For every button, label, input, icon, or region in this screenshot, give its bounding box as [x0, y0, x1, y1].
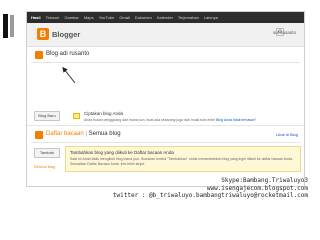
add-button[interactable]: Tambah: [34, 148, 60, 158]
info-title: Tambahkan blog yang diikuti ke Daftar ba…: [70, 150, 174, 155]
promo-text-body: Anda bukan pengguang dari mana pun, buat…: [84, 118, 216, 122]
title-separator: |: [85, 131, 87, 137]
new-blog-button[interactable]: Blog Baru: [34, 111, 60, 121]
skype-credit: Skype:Bambang.Triwaluyo3: [221, 177, 308, 184]
pencil-icon: [73, 113, 80, 119]
blog-section: Blog adi rusanto Blog Baru Ciptakan blog…: [27, 47, 304, 123]
all-blogs-link[interactable]: Semua blog: [34, 164, 55, 169]
topbar-item[interactable]: Maps: [84, 15, 94, 20]
promo-link[interactable]: Blog Anda tidak terhasar?: [216, 118, 256, 122]
topbar-item[interactable]: Hasil: [31, 15, 41, 20]
topbar-item[interactable]: Gambar: [64, 15, 78, 20]
blogger-logo-icon[interactable]: B: [37, 28, 49, 40]
blog-section-title: Blog adi rusanto: [46, 51, 90, 57]
reading-list-subtitle: Semua blog: [88, 131, 121, 137]
reading-list-title: Daftar bacaan | Semua blog: [46, 131, 121, 137]
info-line: Sesuaikan Daftar Bacaan Anda. Info lebih…: [70, 162, 146, 166]
brand-name[interactable]: Blogger: [52, 30, 80, 39]
twitter-credit[interactable]: twitter : @b_triwaluyo.bambangtriwaluyo@…: [113, 192, 308, 200]
view-in-reader-link[interactable]: Lihat di Blog: [276, 132, 298, 137]
reading-list-icon: [35, 131, 43, 139]
divider: [31, 62, 300, 63]
topbar-item[interactable]: Dokumen: [135, 15, 152, 20]
blog-icon: [35, 51, 43, 59]
website-credit[interactable]: www.isengajecom.blogspot.com: [113, 185, 308, 193]
topbar-item[interactable]: Terjemahan: [178, 15, 199, 20]
topbar-item[interactable]: Lainnya: [204, 15, 218, 20]
reading-list-label: Daftar bacaan: [46, 131, 84, 137]
blogger-screenshot: Hasil Telusuri Gambar Maps YouTube Gmail Dokum…: [26, 11, 305, 187]
blogger-header: B Blogger ⚙ sut susanto: [27, 23, 304, 47]
promo-text: Anda bukan pengguang dari mana pun, buat…: [84, 118, 299, 122]
promo-title: Ciptakan blog Anda: [84, 111, 124, 116]
decor-bar-grey: [10, 15, 14, 37]
decor-bar-black: [3, 14, 8, 38]
divider: [31, 142, 300, 143]
topbar-item[interactable]: Telusuri: [46, 15, 60, 20]
topbar-item[interactable]: Kalender: [157, 15, 173, 20]
credits-footer: Skype:Bambang.Triwaluyo3 www.isengajecom…: [113, 177, 308, 200]
topbar-item[interactable]: YouTube: [99, 15, 115, 20]
info-box: Tambahkan blog yang diikuti ke Daftar ba…: [65, 146, 301, 172]
user-name[interactable]: sut susanto: [273, 30, 296, 35]
topbar-item[interactable]: Gmail: [119, 15, 129, 20]
google-top-bar: Hasil Telusuri Gambar Maps YouTube Gmail Dokum…: [27, 12, 304, 23]
